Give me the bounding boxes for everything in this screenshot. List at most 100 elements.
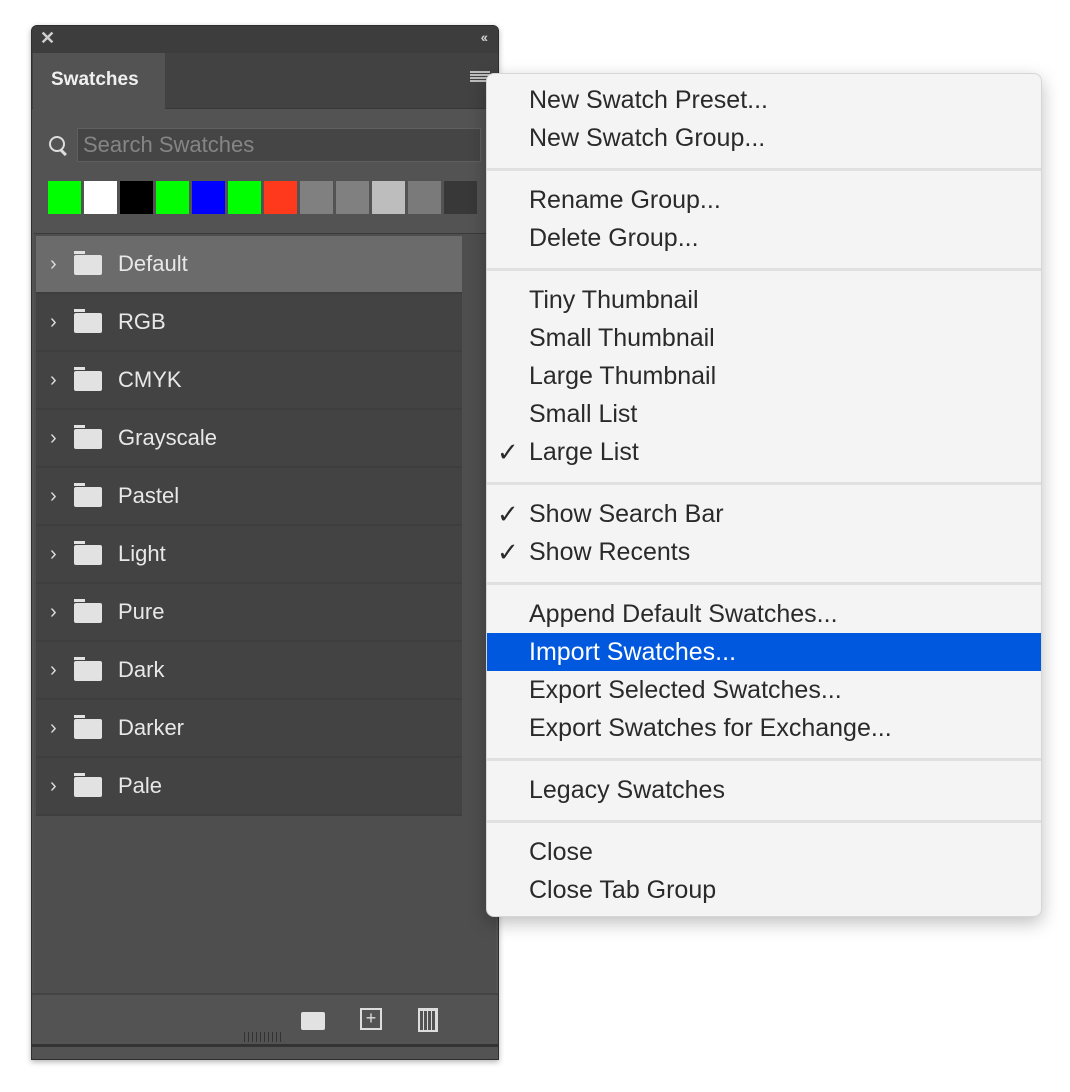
group-label: Pastel <box>118 483 180 508</box>
new-group-folder-icon[interactable] <box>301 1012 325 1030</box>
swatch[interactable] <box>300 181 333 214</box>
tab-swatches[interactable]: Swatches <box>33 53 165 109</box>
chevron-right-icon[interactable]: › <box>50 584 57 640</box>
menu-item[interactable]: ✓ Show Search Bar <box>487 495 1041 533</box>
menu-item[interactable]: Tiny Thumbnail <box>487 281 1041 319</box>
swatch[interactable] <box>192 181 225 214</box>
menu-item-label: Export Selected Swatches... <box>529 676 842 704</box>
folder-icon <box>74 309 102 333</box>
menu-item-label: Show Recents <box>529 538 691 566</box>
menu-item[interactable]: Append Default Swatches... <box>487 595 1041 633</box>
menu-item[interactable]: Small Thumbnail <box>487 319 1041 357</box>
group-row[interactable]: › Light <box>36 526 462 584</box>
swatch[interactable] <box>336 181 369 214</box>
swatch[interactable] <box>48 181 81 214</box>
folder-icon <box>74 251 102 275</box>
swatch[interactable] <box>264 181 297 214</box>
search-icon <box>49 136 65 152</box>
chevron-right-icon[interactable]: › <box>50 410 57 466</box>
chevron-right-icon[interactable]: › <box>50 352 57 408</box>
swatch[interactable] <box>408 181 441 214</box>
menu-item-label: New Swatch Preset... <box>529 86 768 114</box>
chevron-right-icon[interactable]: › <box>50 758 57 814</box>
group-label: Light <box>118 541 166 566</box>
menu-item[interactable]: New Swatch Group... <box>487 119 1041 157</box>
search-input[interactable] <box>77 128 481 162</box>
menu-item-label: Small List <box>529 400 638 428</box>
group-row[interactable]: › RGB <box>36 294 462 352</box>
new-swatch-icon[interactable]: + <box>360 1008 382 1030</box>
swatch[interactable] <box>120 181 153 214</box>
folder-icon <box>74 541 102 565</box>
menu-item-label: Rename Group... <box>529 186 721 214</box>
menu-separator <box>487 758 1041 761</box>
group-label: Pure <box>118 599 165 624</box>
chevron-right-icon[interactable]: › <box>50 294 57 350</box>
menu-item[interactable]: Export Selected Swatches... <box>487 671 1041 709</box>
group-row[interactable]: › Grayscale <box>36 410 462 468</box>
menu-item-label: Export Swatches for Exchange... <box>529 714 892 742</box>
swatch[interactable] <box>84 181 117 214</box>
menu-separator <box>487 820 1041 823</box>
folder-icon <box>74 715 102 739</box>
swatch[interactable] <box>156 181 189 214</box>
menu-item[interactable]: Close <box>487 833 1041 871</box>
swatch[interactable] <box>228 181 261 214</box>
menu-item-label: Append Default Swatches... <box>529 600 838 628</box>
group-row[interactable]: › Darker <box>36 700 462 758</box>
panel-footer: + <box>32 993 498 1047</box>
group-label: Darker <box>118 715 185 740</box>
menu-item[interactable]: New Swatch Preset... <box>487 81 1041 119</box>
menu-item[interactable]: Rename Group... <box>487 181 1041 219</box>
collapse-icon[interactable]: ‹‹ <box>481 29 488 45</box>
chevron-right-icon[interactable]: › <box>50 236 57 292</box>
resize-grip[interactable] <box>244 1032 284 1042</box>
folder-icon <box>74 483 102 507</box>
group-row[interactable]: › Pure <box>36 584 462 642</box>
menu-separator <box>487 268 1041 271</box>
menu-item[interactable]: Import Swatches... <box>487 633 1041 671</box>
panel-titlebar: ✕ ‹‹ <box>32 26 498 53</box>
group-label: Pale <box>118 773 163 798</box>
chevron-right-icon[interactable]: › <box>50 526 57 582</box>
menu-separator <box>487 482 1041 485</box>
swatch[interactable] <box>372 181 405 214</box>
menu-item-label: Large List <box>529 438 639 466</box>
menu-item-label: Close <box>529 838 593 866</box>
group-label: Dark <box>118 657 165 682</box>
swatch-group-list: › Default › RGB › CMYK › Grayscale › Pastel › Light… <box>34 233 496 994</box>
menu-item-label: Delete Group... <box>529 224 699 252</box>
chevron-right-icon[interactable]: › <box>50 642 57 698</box>
chevron-right-icon[interactable]: › <box>50 468 57 524</box>
menu-item[interactable]: Export Swatches for Exchange... <box>487 709 1041 747</box>
menu-item[interactable]: ✓ Show Recents <box>487 533 1041 571</box>
checkmark-icon: ✓ <box>497 537 519 567</box>
menu-item-label: Tiny Thumbnail <box>529 286 699 314</box>
menu-separator <box>487 168 1041 171</box>
folder-icon <box>74 425 102 449</box>
menu-item[interactable]: Small List <box>487 395 1041 433</box>
menu-item[interactable]: Large Thumbnail <box>487 357 1041 395</box>
menu-item-label: Large Thumbnail <box>529 362 717 390</box>
folder-icon <box>74 367 102 391</box>
folder-icon <box>74 773 102 797</box>
group-row[interactable]: › Pale <box>36 758 462 816</box>
swatch[interactable] <box>444 181 477 214</box>
menu-item[interactable]: Close Tab Group <box>487 871 1041 909</box>
chevron-right-icon[interactable]: › <box>50 700 57 756</box>
menu-item-label: Import Swatches... <box>529 638 737 666</box>
menu-item[interactable]: Delete Group... <box>487 219 1041 257</box>
recent-swatches <box>48 181 477 214</box>
group-row[interactable]: › Default <box>36 236 462 294</box>
checkmark-icon: ✓ <box>497 437 519 467</box>
menu-item[interactable]: Legacy Swatches <box>487 771 1041 809</box>
checkmark-icon: ✓ <box>497 499 519 529</box>
group-row[interactable]: › Pastel <box>36 468 462 526</box>
group-row[interactable]: › CMYK <box>36 352 462 410</box>
close-icon[interactable]: ✕ <box>40 28 55 49</box>
trash-icon[interactable] <box>418 1008 438 1032</box>
folder-icon <box>74 657 102 681</box>
group-row[interactable]: › Dark <box>36 642 462 700</box>
group-label: CMYK <box>118 367 182 392</box>
menu-item[interactable]: ✓ Large List <box>487 433 1041 471</box>
